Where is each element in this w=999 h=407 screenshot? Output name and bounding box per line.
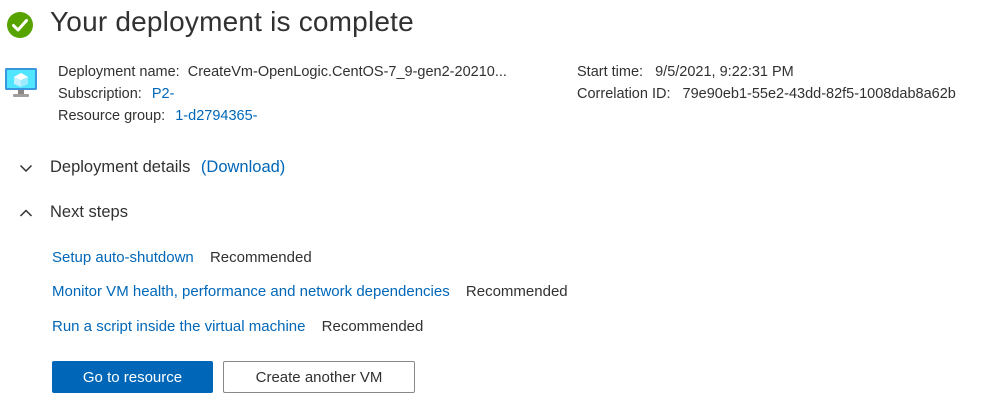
start-time-label: Start time: [577, 64, 644, 80]
start-time-row: Start time: 9/5/2021, 9:22:31 PM [577, 64, 794, 80]
next-steps-header[interactable]: Next steps [50, 203, 128, 222]
success-check-icon [7, 12, 33, 38]
deployment-name-label: Deployment name: [58, 64, 180, 80]
download-link[interactable]: (Download) [201, 158, 285, 176]
deployment-details-label: Deployment details [50, 158, 191, 176]
deployment-details-header[interactable]: Deployment details (Download) [50, 158, 285, 177]
recommended-label: Recommended [321, 318, 424, 335]
page-title: Your deployment is complete [50, 6, 414, 37]
go-to-resource-button[interactable]: Go to resource [52, 361, 213, 393]
start-time-value: 9/5/2021, 9:22:31 PM [655, 64, 794, 80]
subscription-row: Subscription: P2- [58, 86, 174, 102]
deployment-name-value: CreateVm-OpenLogic.CentOS-7_9-gen2-20210… [187, 64, 507, 80]
subscription-label: Subscription: [58, 86, 142, 102]
create-another-vm-button[interactable]: Create another VM [223, 361, 415, 393]
recommended-label: Recommended [465, 283, 568, 300]
correlation-id-label: Correlation ID: [577, 86, 671, 102]
correlation-id-value: 79e90eb1-55e2-43dd-82f5-1008dab8a62b [682, 86, 956, 102]
run-script-link[interactable]: Run a script inside the virtual machine [52, 318, 305, 335]
next-step-item: Monitor VM health, performance and netwo… [52, 283, 568, 300]
setup-auto-shutdown-link[interactable]: Setup auto-shutdown [52, 249, 194, 266]
recommended-label: Recommended [209, 249, 312, 266]
resource-group-link[interactable]: 1-d2794365- [175, 108, 257, 124]
deployment-name-row: Deployment name: CreateVm-OpenLogic.Cent… [58, 64, 507, 80]
subscription-link[interactable]: P2- [152, 86, 175, 102]
resource-group-label: Resource group: [58, 108, 166, 124]
chevron-down-icon[interactable] [19, 161, 33, 175]
resource-group-row: Resource group: 1-d2794365- [58, 108, 257, 124]
chevron-up-icon[interactable] [19, 206, 33, 220]
next-step-item: Setup auto-shutdown Recommended [52, 249, 312, 266]
monitor-vm-health-link[interactable]: Monitor VM health, performance and netwo… [52, 283, 450, 300]
correlation-id-row: Correlation ID: 79e90eb1-55e2-43dd-82f5-… [577, 86, 956, 102]
virtual-machine-icon [5, 68, 37, 97]
next-step-item: Run a script inside the virtual machine … [52, 318, 423, 335]
